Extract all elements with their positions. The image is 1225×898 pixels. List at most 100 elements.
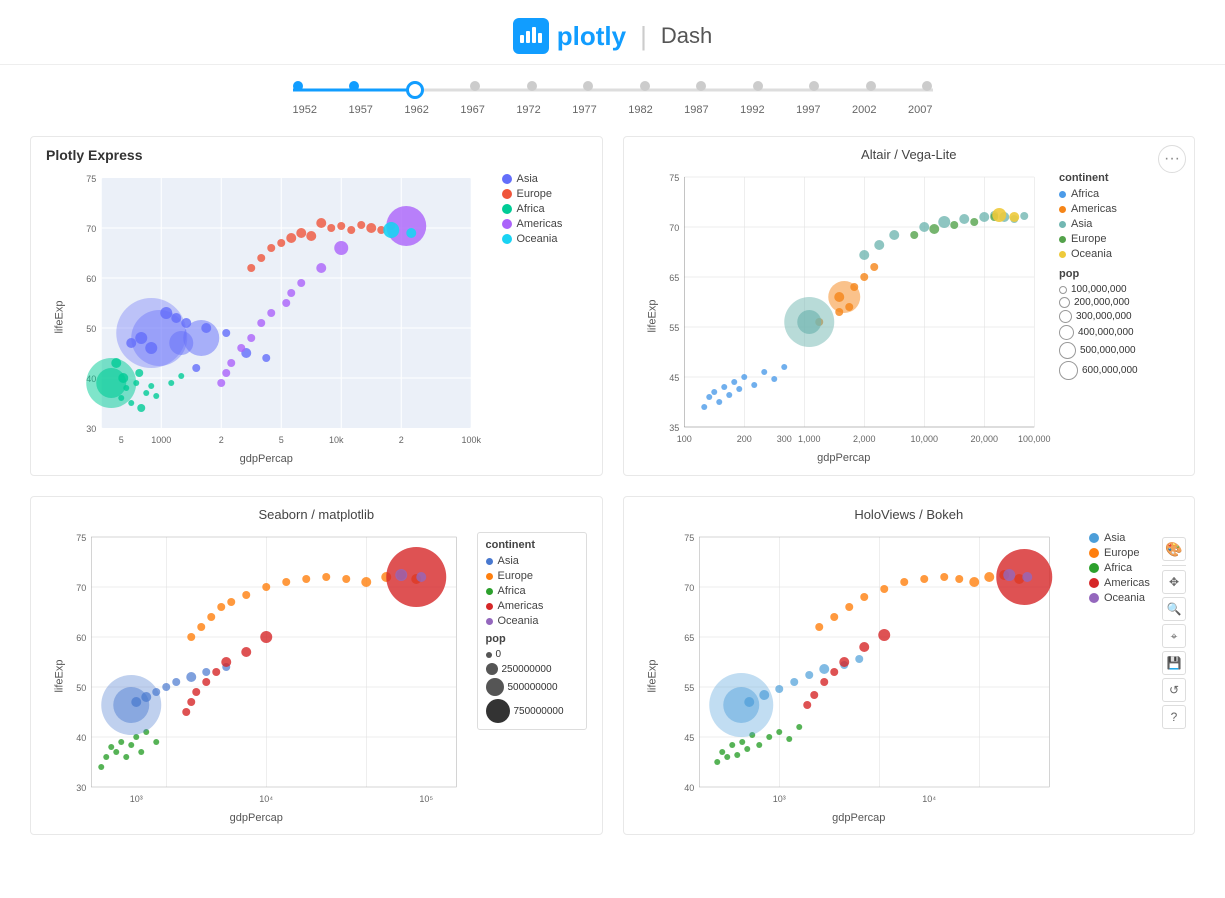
seaborn-pop-250m: 250000000 — [486, 663, 552, 675]
bokeh-save-tool[interactable]: 💾 — [1162, 651, 1186, 675]
holoviews-x-label: gdpPercap — [634, 812, 1085, 824]
svg-text:50: 50 — [86, 324, 96, 334]
seaborn-pop-circle-0 — [486, 652, 492, 658]
altair-pop-500m: 500,000,000 — [1059, 342, 1179, 359]
bokeh-color-wheel[interactable]: 🎨 — [1162, 537, 1186, 561]
slider-dot-10[interactable] — [866, 81, 876, 91]
altair-pop-label-3: 300,000,000 — [1076, 311, 1132, 322]
altair-dot-oceania — [1059, 251, 1066, 258]
altair-label-europe: Europe — [1071, 233, 1106, 245]
slider-dot-3[interactable] — [470, 81, 480, 91]
svg-text:70: 70 — [86, 224, 96, 234]
altair-y-label: lifeExp — [646, 299, 658, 332]
seaborn-pop-label-750: 750000000 — [514, 706, 564, 717]
svg-text:2: 2 — [219, 435, 224, 445]
altair-legend-americas: Americas — [1059, 203, 1179, 215]
legend-label-europe: Europe — [517, 188, 552, 200]
seaborn-pop-label-500: 500000000 — [508, 682, 558, 693]
svg-text:100: 100 — [676, 434, 691, 444]
logo-bar-2 — [526, 31, 530, 43]
legend-dot-europe — [502, 189, 512, 199]
slider-dot-9[interactable] — [809, 81, 819, 91]
slider-dot-4[interactable] — [527, 81, 537, 91]
svg-text:20,000: 20,000 — [970, 434, 998, 444]
holoviews-svg: 75 70 65 55 45 40 10³ 10⁴ — [634, 527, 1085, 807]
seaborn-legend-africa: Africa — [486, 585, 578, 597]
slider-dot-7[interactable] — [696, 81, 706, 91]
legend-label-oceania: Oceania — [517, 233, 558, 245]
svg-text:70: 70 — [76, 583, 86, 593]
altair-pop-legend: pop 100,000,000 200,000,000 300,000,000 — [1059, 268, 1179, 380]
svg-text:200: 200 — [736, 434, 751, 444]
altair-label-americas: Americas — [1071, 203, 1117, 215]
seaborn-legend-asia: Asia — [486, 555, 578, 567]
altair-pop-circle-2 — [1059, 297, 1070, 308]
plotly-express-legend: Asia Europe Africa Americas Oceania — [492, 168, 592, 465]
slider-dot-1[interactable] — [349, 81, 359, 91]
plotly-express-plot: lifeExp 75 — [41, 168, 492, 465]
svg-text:5: 5 — [119, 435, 124, 445]
altair-svg: 75 70 65 55 45 35 100 200 300 1,000 2,00… — [634, 167, 1055, 447]
slider-dot-11[interactable] — [922, 81, 932, 91]
altair-pop-circle-1 — [1059, 286, 1067, 294]
plotly-express-x-label: gdpPercap — [41, 453, 492, 465]
svg-text:50: 50 — [76, 683, 86, 693]
logo-bar-1 — [520, 35, 524, 43]
year-slider[interactable] — [293, 80, 933, 100]
svg-text:45: 45 — [684, 733, 694, 743]
slider-dot-5[interactable] — [583, 81, 593, 91]
legend-label-africa: Africa — [517, 203, 545, 215]
bokeh-zoom-tool[interactable]: 🔍 — [1162, 597, 1186, 621]
holoviews-plot: lifeExp 75 70 65 — [634, 527, 1085, 824]
svg-text:65: 65 — [684, 633, 694, 643]
hv-label-americas: Americas — [1104, 577, 1150, 589]
slider-dot-6[interactable] — [640, 81, 650, 91]
slider-dot-8[interactable] — [753, 81, 763, 91]
bokeh-pan-tool[interactable]: ✥ — [1162, 570, 1186, 594]
altair-pop-circle-5 — [1059, 342, 1076, 359]
bokeh-help-tool[interactable]: ? — [1162, 705, 1186, 729]
seaborn-legend: continent Asia Europe Africa — [472, 527, 592, 824]
year-label-10: 2002 — [852, 104, 876, 116]
svg-text:10,000: 10,000 — [910, 434, 938, 444]
svg-text:5: 5 — [279, 435, 284, 445]
seaborn-pop-title: pop — [486, 633, 578, 645]
altair-pop-100m: 100,000,000 — [1059, 284, 1179, 295]
altair-pop-circle-3 — [1059, 310, 1072, 323]
legend-dot-asia — [502, 174, 512, 184]
bokeh-toolbar: 🎨 ✥ 🔍 ⌖ 💾 ↺ ? — [1162, 537, 1186, 729]
bokeh-reset-tool[interactable]: ↺ — [1162, 678, 1186, 702]
altair-dot-americas — [1059, 206, 1066, 213]
svg-text:30: 30 — [76, 783, 86, 793]
altair-label-oceania: Oceania — [1071, 248, 1112, 260]
slider-dot-2[interactable] — [406, 81, 424, 99]
seaborn-y-label: lifeExp — [54, 659, 66, 692]
seaborn-pop-items: 0 250000000 500000000 — [486, 649, 578, 723]
altair-dot-africa — [1059, 191, 1066, 198]
seaborn-pop-0: 0 — [486, 649, 502, 660]
holoviews-chart: HoloViews / Bokeh lifeExp — [623, 496, 1196, 835]
seaborn-pop-label-250: 250000000 — [502, 664, 552, 675]
svg-text:35: 35 — [669, 423, 679, 433]
year-label-8: 1992 — [740, 104, 764, 116]
seaborn-pop-500m: 500000000 — [486, 678, 558, 696]
altair-plot: lifeExp 75 — [634, 167, 1055, 464]
svg-text:1,000: 1,000 — [797, 434, 820, 444]
legend-americas: Americas — [502, 218, 582, 230]
logo-bars — [517, 26, 545, 46]
svg-text:70: 70 — [669, 223, 679, 233]
altair-pop-200m: 200,000,000 — [1059, 297, 1179, 308]
seaborn-legend-europe: Europe — [486, 570, 578, 582]
bokeh-lasso-tool[interactable]: ⌖ — [1162, 624, 1186, 648]
seaborn-pop-circle-750 — [486, 699, 510, 723]
year-label-1: 1957 — [348, 104, 372, 116]
hv-label-europe: Europe — [1104, 547, 1139, 559]
svg-text:2: 2 — [399, 435, 404, 445]
svg-text:55: 55 — [684, 683, 694, 693]
holoviews-y-label: lifeExp — [646, 659, 658, 692]
seaborn-pop-circle-250 — [486, 663, 498, 675]
slider-dot-0[interactable] — [293, 81, 303, 91]
svg-text:300: 300 — [776, 434, 791, 444]
hv-dot-africa — [1089, 563, 1099, 573]
altair-chart: ··· Altair / Vega-Lite lifeExp — [623, 136, 1196, 476]
